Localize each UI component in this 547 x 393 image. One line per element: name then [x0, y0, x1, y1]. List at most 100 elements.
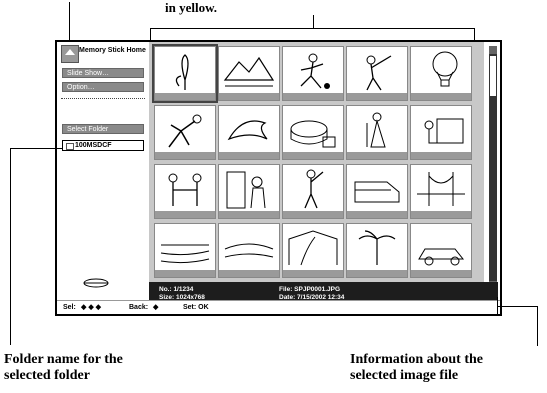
sidebar-divider: [61, 98, 145, 99]
info-callout: Information about the selected image fil…: [350, 352, 483, 384]
thumbnail-label-bar: [347, 211, 407, 218]
folder-leader-v: [10, 148, 11, 345]
thumbnail-label-bar: [219, 152, 279, 159]
info-leader-v: [537, 306, 538, 346]
folder-callout: Folder name for the selected folder: [4, 352, 123, 384]
arrow-keys-icon: ◆ ◆ ◆: [81, 304, 102, 311]
handshake-picture: [168, 173, 202, 206]
thumbnail-balloon[interactable]: [410, 46, 472, 101]
thumbnail-label-bar: [283, 152, 343, 159]
thumbnail-sea[interactable]: [218, 223, 280, 278]
piano-picture: [424, 118, 464, 144]
image-file: File: SPJP0001.JPG: [279, 286, 341, 293]
thumbnail-palm-house[interactable]: [282, 223, 344, 278]
thumbnail-palms[interactable]: [346, 223, 408, 278]
folder-icon: [66, 143, 74, 150]
palms-picture: [358, 230, 396, 265]
bridge-picture: [417, 172, 465, 206]
thumbnail-kicker[interactable]: [154, 105, 216, 160]
balloon-picture: [432, 51, 458, 87]
thumbnail-label-bar: [347, 270, 407, 277]
home-icon[interactable]: [61, 45, 79, 63]
info-leader-h: [497, 306, 537, 307]
scroll-up-arrow[interactable]: [489, 46, 497, 54]
sidebar: Memory Stick Home Slide Show… Option… Se…: [57, 42, 149, 297]
thumbnail-label-bar: [411, 270, 471, 277]
scroll-thumb[interactable]: [490, 56, 496, 96]
thumbnail-label-bar: [219, 211, 279, 218]
thumbnail-couple[interactable]: [218, 164, 280, 219]
thumbnail-mountain-lake[interactable]: [218, 46, 280, 101]
thumbnail-label-bar: [155, 152, 215, 159]
footer-set: Set: OK: [183, 304, 209, 311]
scrollbar[interactable]: [489, 46, 497, 289]
thumbnail-piano[interactable]: [410, 105, 472, 160]
thumbnail-dolphin[interactable]: [218, 105, 280, 160]
thumbnail-label-bar: [283, 211, 343, 218]
dolphin-picture: [227, 120, 268, 141]
thumbnail-label-bar: [155, 93, 215, 100]
thumbnail-label-bar: [411, 93, 471, 100]
sea-picture: [224, 243, 274, 258]
thumbnail-label-bar: [283, 270, 343, 277]
singer-picture: [366, 112, 386, 148]
folder-item[interactable]: 100MSDCF: [62, 140, 144, 151]
thumbnail-label-bar: [155, 270, 215, 277]
train-picture: [354, 181, 400, 203]
slideshow-button[interactable]: Slide Show…: [62, 68, 144, 78]
baseball-picture: [366, 55, 392, 91]
thumbnail-cake[interactable]: [282, 105, 344, 160]
folder-callout-line2: selected folder: [4, 368, 90, 383]
select-folder-header: Select Folder: [62, 124, 144, 134]
thumbnail-baseball[interactable]: [346, 46, 408, 101]
memory-stick-icon: [83, 278, 109, 288]
image-number: No.: 1/1234: [159, 286, 194, 293]
thumbnail-singer[interactable]: [346, 105, 408, 160]
folder-leader-h: [10, 148, 62, 149]
beach-picture: [160, 244, 210, 264]
thumbnail-soccer[interactable]: [282, 46, 344, 101]
thumbnail-label-bar: [155, 211, 215, 218]
back-key-icon: ◆: [153, 304, 159, 311]
mountain-lake-picture: [223, 56, 275, 87]
thumbnail-grid: [149, 42, 484, 297]
folder-callout-line1: Folder name for the: [4, 352, 123, 367]
tulip-picture: [175, 54, 189, 90]
thumbnail-racecar[interactable]: [410, 223, 472, 278]
option-label: Option…: [67, 84, 95, 91]
racecar-picture: [418, 248, 465, 266]
option-button[interactable]: Option…: [62, 82, 144, 92]
slideshow-label: Slide Show…: [67, 70, 110, 77]
thumbnail-handshake[interactable]: [154, 164, 216, 219]
screen: Memory Stick Home Slide Show… Option… Se…: [55, 40, 502, 316]
info-callout-line2: selected image file: [350, 368, 459, 383]
folder-name: 100MSDCF: [75, 142, 112, 149]
thumbnail-beach[interactable]: [154, 223, 216, 278]
thumbnail-label-bar: [283, 93, 343, 100]
thumbnail-label-bar: [219, 270, 279, 277]
palm-house-picture: [288, 230, 338, 266]
footer-bar: Sel: ◆ ◆ ◆ Back: ◆ Set: OK: [57, 300, 500, 314]
grid-bracket-top: [150, 28, 475, 29]
home-title: Memory Stick Home: [79, 47, 146, 54]
top-callout-text: in yellow.: [165, 0, 218, 15]
thumbnail-tulip[interactable]: [152, 44, 218, 103]
grid-bracket-stem: [313, 15, 314, 28]
footer-back: Back:: [129, 304, 149, 311]
thumbnail-label-bar: [347, 93, 407, 100]
golf-picture: [304, 169, 324, 209]
thumbnail-label-bar: [411, 211, 471, 218]
select-folder-label: Select Folder: [67, 126, 109, 133]
thumbnail-bridge[interactable]: [410, 164, 472, 219]
soccer-picture: [300, 53, 330, 89]
cake-picture: [290, 120, 336, 148]
kicker-picture: [168, 114, 202, 148]
footer-sel: Sel:: [63, 304, 76, 311]
home-leader-line: [69, 2, 70, 42]
thumbnail-golf[interactable]: [282, 164, 344, 219]
thumbnail-label-bar: [219, 93, 279, 100]
thumbnail-train[interactable]: [346, 164, 408, 219]
thumbnail-label-bar: [411, 152, 471, 159]
info-callout-line1: Information about the: [350, 352, 484, 367]
couple-picture: [226, 171, 266, 209]
